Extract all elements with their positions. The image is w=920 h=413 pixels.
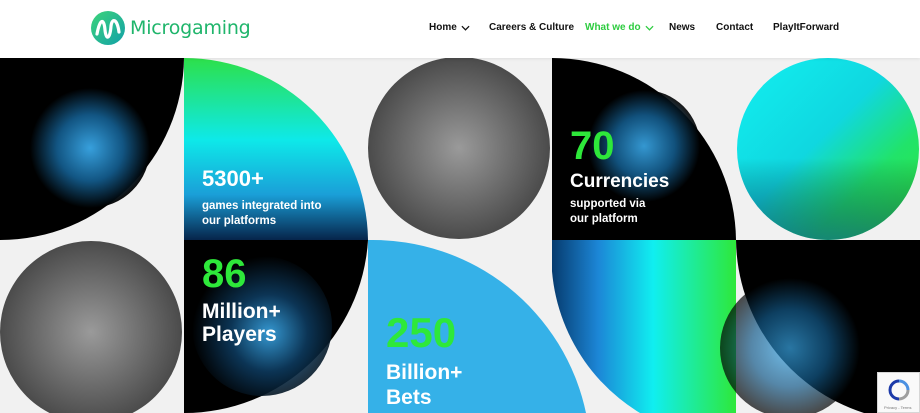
nav-item-contact[interactable]: Contact: [716, 22, 753, 33]
nav-item-label: What we do: [585, 22, 641, 33]
stat-games-line2: our platforms: [202, 215, 277, 227]
stat-players-line2: Players: [202, 323, 277, 346]
stat-bets-line1: Billion+: [386, 361, 463, 384]
nav-item-news[interactable]: News: [669, 22, 695, 33]
nav-item-home[interactable]: Home: [429, 22, 470, 33]
nav-item-label: News: [669, 22, 696, 33]
stat-games: 5300+ games integrated into our platform…: [202, 168, 322, 229]
site-header: Microgaming Home Careers & Culture What …: [0, 0, 920, 58]
stat-bets-number: 250: [386, 309, 457, 356]
stat-currencies-line2: our platform: [570, 213, 638, 225]
recaptcha-links[interactable]: Privacy - Terms: [884, 405, 911, 410]
logo-text: Microgaming: [130, 17, 251, 39]
stat-players: 86 Million+ Players: [202, 254, 281, 346]
nav-item-label: Careers & Culture: [489, 22, 575, 33]
nav-item-label: Home: [429, 22, 457, 33]
chevron-down-icon: [461, 25, 470, 31]
stat-games-number: 5300+: [202, 166, 264, 191]
logo[interactable]: Microgaming: [90, 10, 251, 46]
recaptcha-icon: [888, 379, 910, 401]
stat-currencies: 70 Currencies supported via our platform: [570, 126, 669, 227]
chevron-down-icon: [645, 25, 654, 31]
stat-games-line1: games integrated into: [202, 200, 322, 212]
nav-item-playitforward[interactable]: PlayItForward: [773, 22, 839, 33]
stat-currencies-line1: supported via: [570, 198, 646, 210]
stat-bets-line2: Bets: [386, 386, 432, 409]
stat-currencies-number: 70: [570, 124, 615, 168]
stats-grid: 5300+ games integrated into our platform…: [0, 58, 920, 413]
nav-item-what-we-do[interactable]: What we do: [585, 22, 654, 33]
stat-players-line1: Million+: [202, 300, 281, 323]
stat-bets: 250 Billion+ Bets: [386, 312, 462, 410]
stat-currencies-title: Currencies: [570, 171, 670, 192]
nav-item-label: Contact: [716, 22, 754, 33]
recaptcha-badge[interactable]: Privacy - Terms: [877, 372, 920, 413]
nav-item-careers[interactable]: Careers & Culture: [489, 22, 574, 33]
microgaming-logo-icon: [91, 11, 125, 45]
stat-players-number: 86: [202, 252, 247, 296]
nav-item-label: PlayItForward: [773, 22, 840, 33]
